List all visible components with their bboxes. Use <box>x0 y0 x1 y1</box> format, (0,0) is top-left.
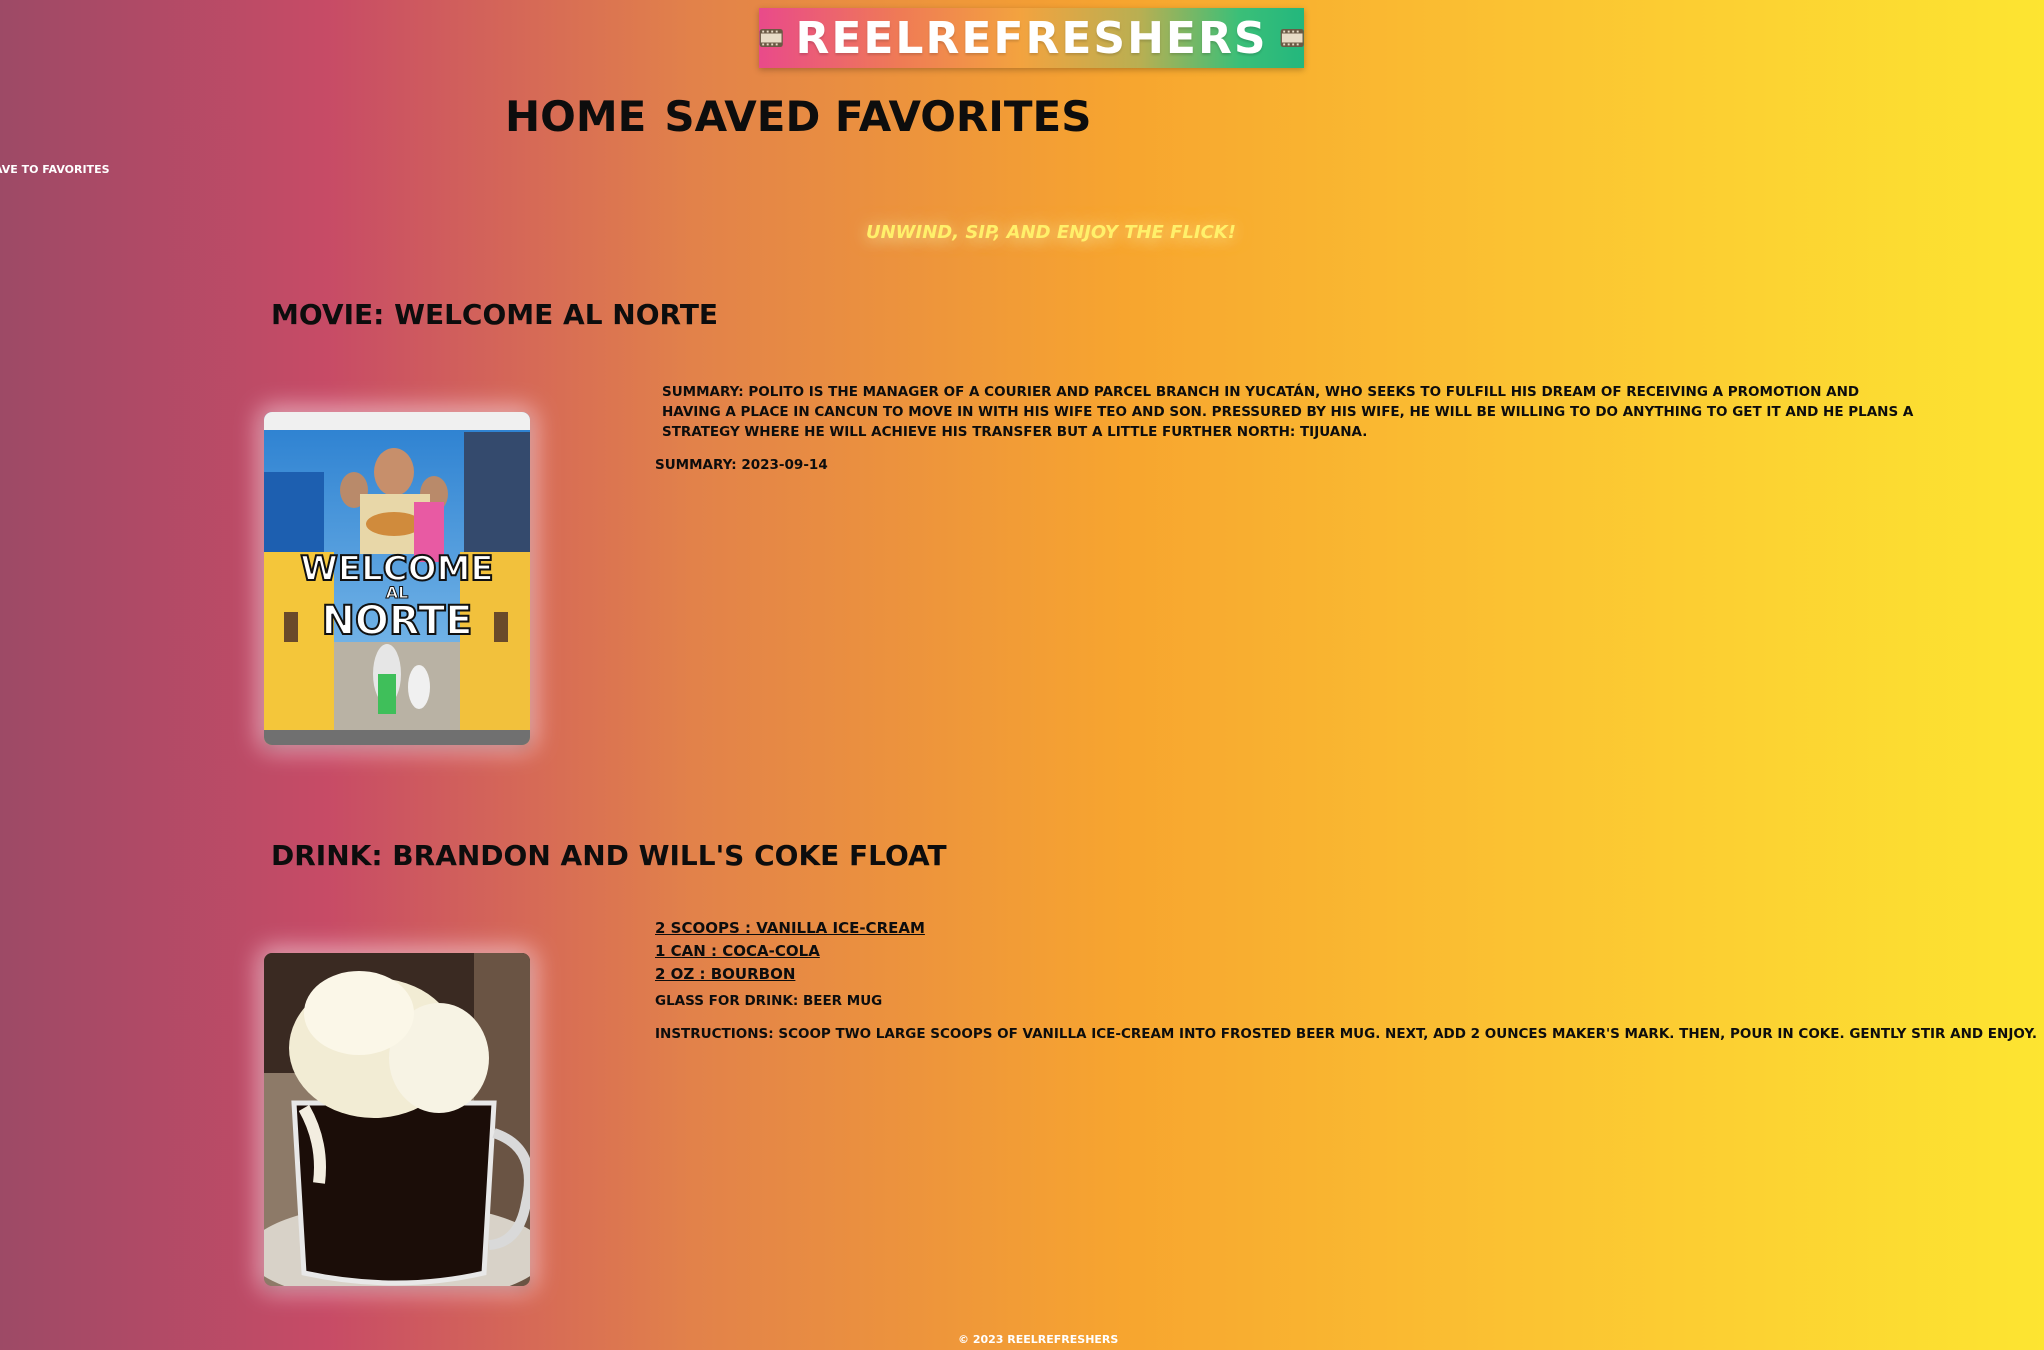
drink-photo <box>264 953 530 1286</box>
movie-summary: Summary: Polito is the manager of a cour… <box>662 384 1914 440</box>
ingredient-item[interactable]: 2 oz : Bourbon <box>655 963 925 986</box>
logo-text: ReelRefreshers <box>795 12 1268 64</box>
movie-release-date: Summary: 2023-09-14 <box>655 457 828 473</box>
film-projector-icon <box>759 28 783 48</box>
ingredient-item[interactable]: 1 can : Coca-Cola <box>655 940 925 963</box>
movie-poster: WELCOME AL NORTE <box>264 412 530 745</box>
drink-photo-image <box>264 953 530 1286</box>
nav-home-link[interactable]: Home <box>505 92 646 141</box>
tagline: Unwind, Sip, and Enjoy the Flick! <box>866 222 1236 243</box>
drink-title: Drink: Brandon and Will's Coke Float <box>271 839 947 872</box>
nav-saved-favorites-link[interactable]: Saved Favorites <box>664 92 1091 141</box>
save-to-favorites-button[interactable]: ave to Favorites <box>0 163 110 176</box>
footer-copyright: © 2023 ReelRefreshers <box>958 1333 1119 1346</box>
poster-title-line3: NORTE <box>321 598 472 644</box>
movie-poster-image: WELCOME AL NORTE <box>264 412 530 745</box>
site-logo: ReelRefreshers <box>759 8 1304 68</box>
movie-title: Movie: Welcome Al Norte <box>271 298 719 331</box>
ingredient-item[interactable]: 2 scoops : Vanilla Ice-Cream <box>655 917 925 940</box>
drink-instructions: Instructions: Scoop two large scoops of … <box>655 1026 2038 1042</box>
main-nav: Home Saved Favorites <box>505 92 1091 141</box>
drink-glass: Glass for drink: Beer mug <box>655 993 883 1009</box>
film-projector-icon <box>1280 28 1304 48</box>
ingredient-list: 2 scoops : Vanilla Ice-Cream 1 can : Coc… <box>655 917 925 986</box>
